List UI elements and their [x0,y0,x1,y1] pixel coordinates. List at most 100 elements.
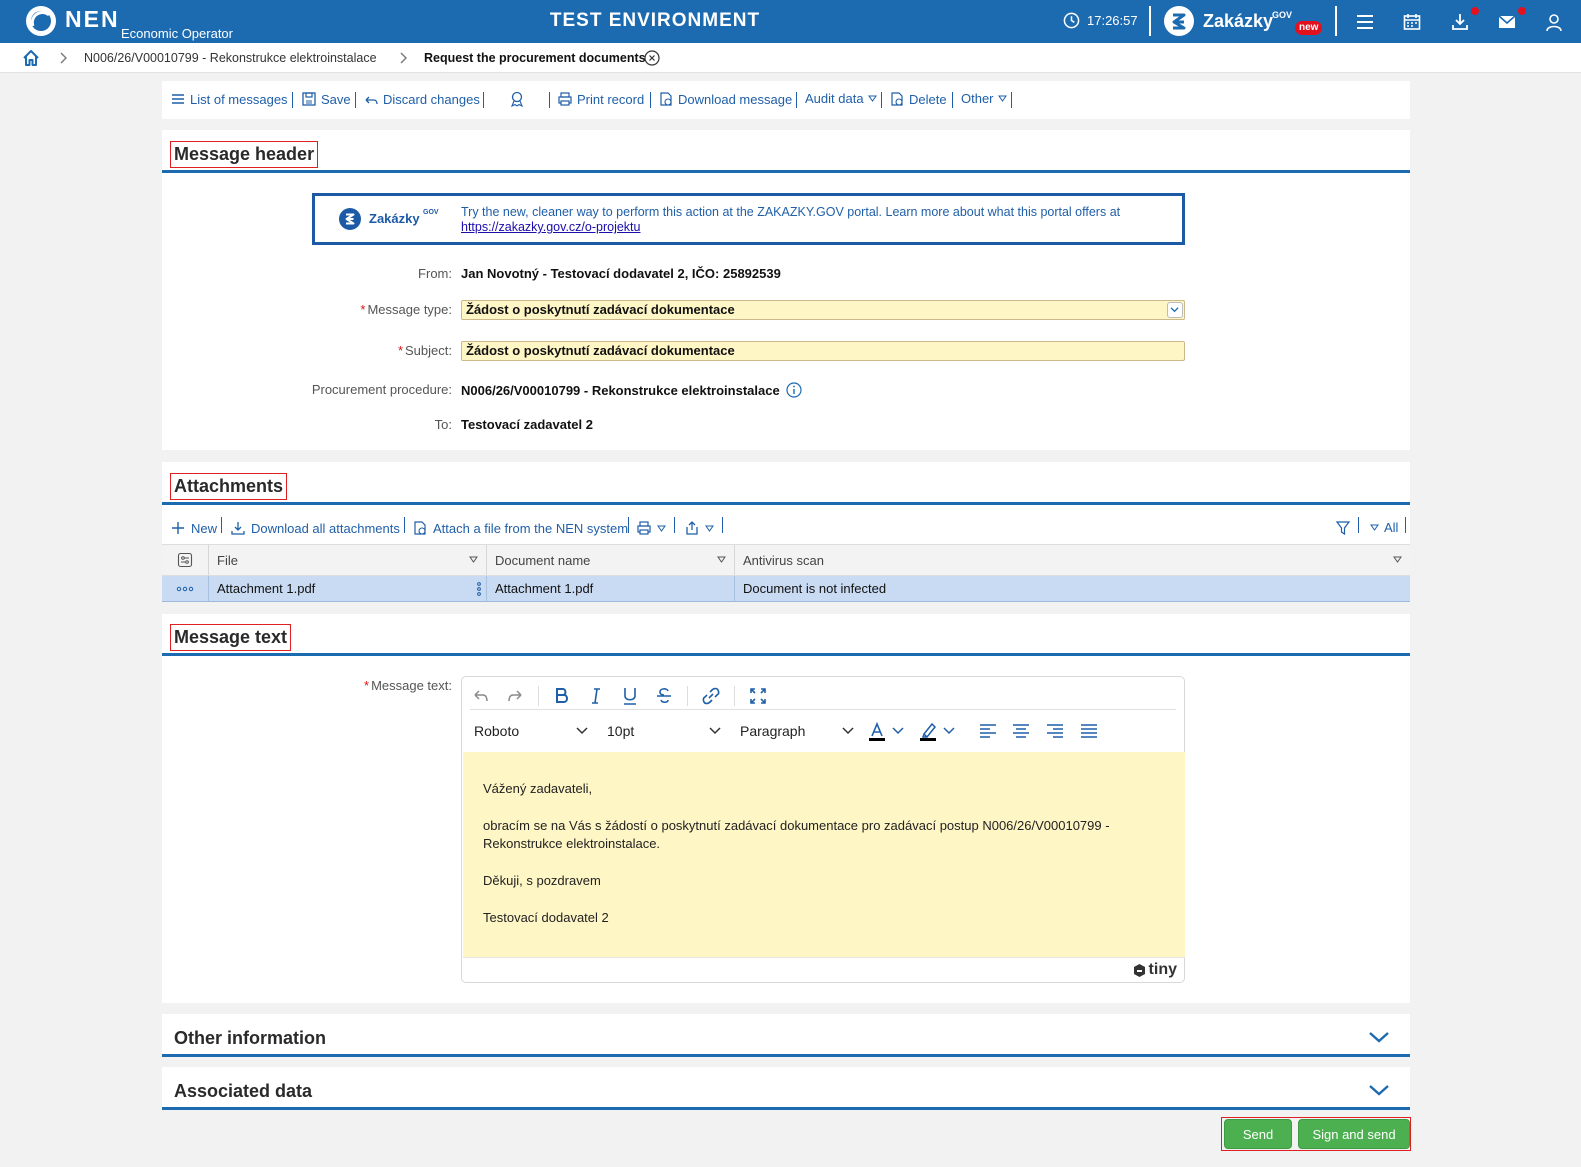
zakazky-logo-icon[interactable] [1163,5,1195,37]
strikethrough-icon[interactable] [653,685,675,707]
toolbar-separator [483,92,484,108]
row-actions-button[interactable] [162,576,208,601]
procedure-value-wrap: N006/26/V00010799 - Rekonstrukce elektro… [461,382,802,398]
font-family-value: Roboto [474,723,520,739]
breadcrumb-procedure[interactable]: N006/26/V00010799 - Rekonstrukce elektro… [84,51,377,65]
other-information-title: Other information [174,1028,326,1048]
share-icon [686,521,698,535]
dropdown-button[interactable] [1167,302,1183,318]
zakazky-portal-link[interactable]: Zakázky [1203,11,1273,32]
column-header-document-name[interactable]: Document name [486,545,734,575]
redo-icon[interactable] [504,685,526,707]
editor-statusbar: tiny [463,957,1185,981]
save-button[interactable]: Save [301,91,351,107]
document-gear-icon [414,521,426,535]
chevron-right-icon [60,52,67,64]
attach-from-nen-label: Attach a file from the NEN system [433,520,629,536]
editor-paragraph: Děkuji, s pozdravem [483,873,601,888]
table-row[interactable]: Attachment 1.pdf Attachment 1.pdf Docume… [162,576,1410,602]
font-size-select[interactable]: 10pt [603,718,727,744]
to-label: To: [434,417,452,432]
align-left-icon[interactable] [977,720,999,742]
info-icon[interactable] [786,382,802,398]
align-right-icon[interactable] [1044,720,1066,742]
font-family-select[interactable]: Roboto [470,718,594,744]
more-horizontal-icon [176,586,194,591]
italic-icon[interactable] [585,685,607,707]
save-icon [302,92,316,106]
triangle-down-icon [997,95,1007,102]
menu-icon[interactable] [1355,12,1375,32]
align-center-icon[interactable] [1010,720,1032,742]
print-record-label: Print record [577,91,645,107]
chevron-down-icon [576,727,588,735]
discard-changes-button[interactable]: Discard changes [363,91,480,107]
chevron-down-icon[interactable] [1368,1083,1390,1097]
notification-dot [1471,7,1479,15]
undo-icon[interactable] [470,685,492,707]
toolbar-separator [549,92,550,108]
calendar-icon[interactable] [1402,12,1422,32]
column-header-antivirus[interactable]: Antivirus scan [734,545,1410,575]
zakazky-gov-label: GOV [1272,10,1293,20]
filter-icon [1335,521,1351,536]
associated-data-section[interactable]: Associated data [162,1067,1410,1110]
award-icon [511,91,523,107]
column-settings-button[interactable] [162,545,208,575]
toolbar-separator [221,517,222,533]
plus-icon [172,522,184,534]
user-icon[interactable] [1544,12,1564,32]
text-color-picker[interactable] [866,718,904,744]
more-vertical-icon[interactable] [476,581,482,597]
align-justify-icon[interactable] [1078,720,1100,742]
cell-document-name: Attachment 1.pdf [486,576,734,601]
print-dropdown[interactable] [636,520,666,536]
record-toolbar: List of messages Save Discard changes Pr… [162,81,1410,119]
highlight-color-picker[interactable] [917,718,955,744]
download-message-button[interactable]: Download message [658,91,792,107]
close-icon[interactable] [644,50,660,66]
subject-input[interactable]: Žádost o poskytnutí zadávací dokumentace [461,341,1185,361]
delete-button[interactable]: Delete [889,91,947,107]
send-button[interactable]: Send [1224,1119,1292,1149]
triangle-down-icon [657,525,666,532]
tiny-branding[interactable]: tiny [1132,961,1177,979]
filter-all-dropdown[interactable]: All [1370,520,1398,535]
download-icon[interactable] [1450,12,1470,32]
procedure-label: Procurement procedure: [311,382,452,397]
chevron-down-icon[interactable] [1368,1030,1390,1044]
highlighter-icon [920,722,937,741]
column-header-file[interactable]: File [208,545,486,575]
editor-content[interactable]: Vážený zadavateli, obracím se na Vás s ž… [463,752,1185,958]
banner-link[interactable]: https://zakazky.gov.cz/o-projektu [461,220,640,234]
home-icon[interactable] [22,49,40,67]
link-icon[interactable] [700,685,722,707]
editor-paragraph: Testovací dodavatel 2 [483,910,609,925]
underline-icon[interactable] [619,685,641,707]
message-type-select[interactable]: Žádost o poskytnutí zadávací dokumentace [461,300,1185,320]
filter-all-label: All [1384,520,1399,535]
other-dropdown[interactable]: Other [961,91,1007,106]
other-information-section[interactable]: Other information [162,1014,1410,1057]
filter-button[interactable] [1335,520,1351,536]
attachments-section: Attachments New Download all attachments… [162,462,1410,602]
bookmark-button[interactable] [509,91,525,107]
cell-file[interactable]: Attachment 1.pdf [208,576,486,601]
mail-icon[interactable] [1497,12,1517,32]
list-of-messages-button[interactable]: List of messages [170,91,288,107]
export-dropdown[interactable] [684,520,714,536]
toolbar-separator [722,517,723,533]
audit-data-dropdown[interactable]: Audit data [805,91,877,106]
block-format-select[interactable]: Paragraph [736,718,860,744]
editor-separator [734,686,735,706]
sign-and-send-button[interactable]: Sign and send [1298,1119,1410,1149]
new-attachment-button[interactable]: New [170,520,217,536]
print-record-button[interactable]: Print record [557,91,644,107]
attach-from-nen-button[interactable]: Attach a file from the NEN system [412,520,628,536]
toolbar-separator [674,517,675,533]
fullscreen-icon[interactable] [747,685,769,707]
bold-icon[interactable] [551,685,573,707]
download-message-label: Download message [678,91,793,107]
download-all-button[interactable]: Download all attachments [230,520,400,536]
editor-separator [687,686,688,706]
